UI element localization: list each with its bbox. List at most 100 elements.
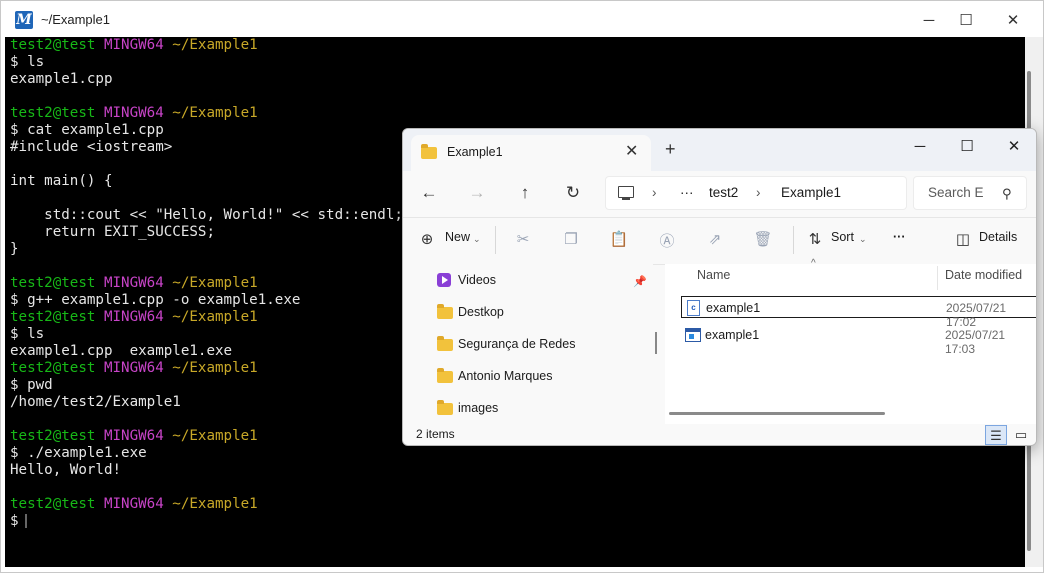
terminal-output-line: $ ./example1.exe [10,445,147,461]
folder-icon [437,400,453,415]
prompt-host: MINGW64 [95,360,164,376]
terminal-prompt-line: test2@test MINGW64 ~/Example1 [10,105,403,122]
back-arrow-icon[interactable]: ← [415,181,443,205]
prompt-path: ~/Example1 [163,428,258,444]
terminal-output-line: Hello, World! [10,462,122,478]
cut-icon[interactable]: ✂ [513,230,533,248]
terminal-output-line: std::cout << "Hello, World!" << std::end… [10,207,403,223]
chevron-right-icon[interactable]: › [652,185,657,200]
sidebar-item-seguranca-de-redes[interactable]: Segurança de Redes [437,335,647,355]
prompt-host: MINGW64 [95,496,164,512]
file-name: example1 [706,301,761,315]
terminal-output-line: $ pwd [10,377,53,393]
explorer-minimize-button[interactable]: ─ [897,131,943,161]
address-bar-row: ← → ↑ ↻ › ··· test2 › Example1 Search E … [403,171,1036,215]
computer-icon [618,186,634,200]
breadcrumb-test2[interactable]: test2 [709,185,738,200]
tab-close-icon[interactable]: ✕ [625,141,638,161]
prompt-symbol: $ [10,513,19,529]
explorer-close-button[interactable]: ✕ [991,131,1036,161]
column-header-name[interactable]: Name [697,268,730,282]
details-button[interactable]: Details [979,230,1017,244]
prompt-host: MINGW64 [95,275,164,291]
more-options-button[interactable]: ··· [893,230,906,244]
chevron-right-icon[interactable]: › [756,185,761,200]
terminal-output-line: $ cat example1.cpp [10,122,164,138]
terminal-output-line: example1.cpp [10,71,113,87]
sidebar-item-label: Videos [458,273,496,287]
prompt-user: test2@test [10,309,96,325]
explorer-tabbar: Example1 ✕ + ─ ☐ ✕ [403,129,1036,171]
file-row-example1-exe[interactable]: example1 2025/07/21 17:03 [681,324,1036,356]
prompt-path: ~/Example1 [163,37,258,53]
chevron-down-icon[interactable]: ⌄ [473,234,481,245]
tab-example1[interactable]: Example1 ✕ [411,135,651,171]
share-icon[interactable]: ⇗ [705,230,725,248]
prompt-user: test2@test [10,105,96,121]
horizontal-scrollbar-thumb[interactable] [669,412,885,415]
terminal-output-line: $ ls [10,326,45,342]
up-arrow-icon[interactable]: ↑ [511,181,539,205]
paste-icon[interactable]: 📋 [609,230,629,248]
search-input[interactable]: Search E ⚲ [913,176,1027,210]
refresh-icon[interactable]: ↻ [559,181,587,205]
explorer-maximize-button[interactable]: ☐ [944,131,990,161]
sidebar-item-images[interactable]: images [437,399,647,419]
prompt-user: test2@test [10,360,96,376]
large-icons-view-icon[interactable]: ▭ [1010,425,1032,445]
terminal-input-line[interactable]: $ [10,513,403,530]
terminal-output-line: $ ls [10,54,45,70]
terminal-prompt-line: test2@test MINGW64 ~/Example1 [10,428,403,445]
forward-arrow-icon[interactable]: → [463,181,491,205]
prompt-host: MINGW64 [95,309,164,325]
sidebar-item-videos[interactable]: Videos [437,271,647,291]
breadcrumb-example1[interactable]: Example1 [781,185,841,200]
terminal-output-line: example1.cpp example1.exe [10,343,233,359]
prompt-host: MINGW64 [95,37,164,53]
details-pane-icon: ◫ [955,231,971,248]
prompt-path: ~/Example1 [163,496,258,512]
terminal-lines: test2@test MINGW64 ~/Example1 $ ls example… [10,37,403,530]
sidebar-item-antonio-marques[interactable]: Antonio Marques [437,367,647,387]
sidebar-item-destkop[interactable]: Destkop [437,303,647,323]
prompt-user: test2@test [10,496,96,512]
tab-label: Example1 [447,145,503,159]
chevron-down-icon[interactable]: ⌄ [859,234,867,245]
address-bar[interactable]: › ··· test2 › Example1 [605,176,907,210]
rename-icon[interactable]: Ⓐ [657,230,677,251]
terminal-titlebar[interactable]: M ~/Example1 ─ ☐ ✕ [1,1,1043,37]
command-bar: ⊕ New ⌄ ✂ ❐ 📋 Ⓐ ⇗ 🗑 ⇅ Sort ⌄ ··· ◫ Detai… [403,217,1036,265]
column-header-date-modified[interactable]: Date modified [945,268,1022,282]
terminal-prompt-line: test2@test MINGW64 ~/Example1 [10,275,403,292]
copy-icon[interactable]: ❐ [561,230,581,248]
status-bar: 2 items ☰ ▭ [403,424,1036,445]
terminal-title: ~/Example1 [41,12,111,27]
terminal-output-line: } [10,241,19,257]
close-button[interactable]: ✕ [990,5,1036,35]
file-row-example1-cpp[interactable]: c example1 2025/07/21 17:02 [681,296,1036,329]
item-count: 2 items [416,427,455,441]
cpp-file-icon: c [687,300,700,316]
new-button[interactable]: New [445,230,470,244]
text-cursor [24,514,27,528]
prompt-path: ~/Example1 [163,309,258,325]
video-icon [437,273,451,287]
delete-icon[interactable]: 🗑 [753,230,773,248]
sort-button[interactable]: Sort [831,230,854,244]
breadcrumb-ellipsis[interactable]: ··· [680,185,694,200]
pin-icon[interactable]: 📌 [633,275,647,288]
terminal-prompt-line: test2@test MINGW64 ~/Example1 [10,309,403,326]
new-tab-button[interactable]: + [665,139,676,160]
sort-icon: ⇅ [808,231,822,248]
folder-icon [437,368,453,383]
navigation-scrollbar[interactable] [655,332,657,354]
sidebar-item-label: Segurança de Redes [458,337,576,351]
toolbar-divider [793,226,794,254]
maximize-button[interactable]: ☐ [943,5,989,35]
column-divider[interactable] [937,266,938,290]
terminal-output-line: /home/test2/Example1 [10,394,181,410]
file-name: example1 [705,328,760,342]
details-view-icon[interactable]: ☰ [985,425,1007,445]
